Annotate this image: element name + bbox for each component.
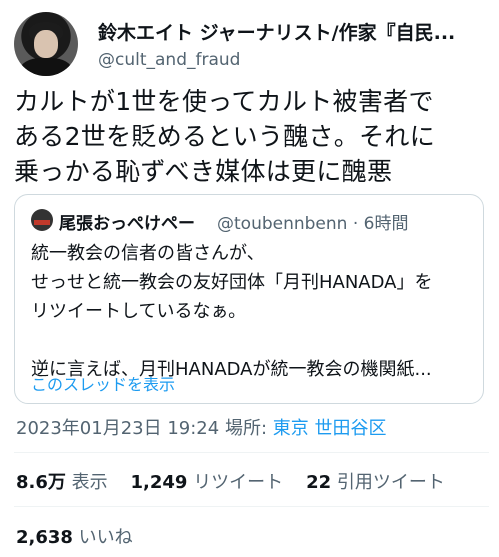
tweet-text: カルトが1世を使ってカルト被害者で ある2世を貶めるという醜さ。それに 乗っかる… — [14, 84, 489, 189]
quoted-author-name: 尾張おっぺけペー — [59, 214, 195, 234]
tweet-meta: 2023年01月23日 19:24 場所: 東京 世田谷区 — [16, 414, 387, 440]
quoted-text-line — [31, 326, 471, 355]
author-avatar[interactable] — [14, 12, 78, 76]
likes-count: 2,638 — [16, 527, 73, 548]
tweet-text-line: 乗っかる恥ずべき媒体は更に醜悪 — [14, 157, 393, 186]
show-thread-link[interactable]: このスレッドを表示 — [31, 371, 175, 395]
divider — [14, 452, 489, 453]
tweet-stats: 8.6万 表示 1,249 リツイート 22 引用ツイート — [16, 468, 445, 494]
quoted-text-line: リツイートしているなぁ。 — [31, 301, 247, 322]
tweet-text-line: ある2世を貶めるという醜さ。それに — [14, 122, 436, 151]
views-stat: 8.6万 表示 — [16, 472, 108, 493]
tweet-text-line: カルトが1世を使ってカルト被害者で — [14, 87, 434, 116]
location-label: 場所: — [224, 418, 268, 439]
tweet-header: 鈴木エイト ジャーナリスト/作家『自民... @cult_and_fraud — [14, 12, 489, 76]
likes-label: いいね — [78, 527, 133, 548]
quotes-stat[interactable]: 22 引用ツイート — [306, 472, 445, 493]
location-link[interactable]: 東京 世田谷区 — [273, 418, 387, 439]
retweets-stat[interactable]: 1,249 リツイート — [131, 472, 284, 493]
quoted-text-line: 統一教会の信者の皆さんが、 — [31, 243, 265, 264]
tweet-timestamp[interactable]: 2023年01月23日 19:24 — [16, 418, 219, 439]
quoted-tweet-text: 統一教会の信者の皆さんが、 せっせと統一教会の友好団体「月刊HANADA」を リ… — [31, 239, 471, 384]
author-handle[interactable]: @cult_and_fraud — [98, 50, 240, 70]
quoted-author-handle-time: @toubennbenn · 6時間 — [217, 214, 409, 234]
quoted-tweet-card[interactable]: 尾張おっぺけペー @toubennbenn · 6時間 統一教会の信者の皆さんが… — [14, 194, 484, 404]
divider — [14, 506, 489, 507]
quoted-text-line: せっせと統一教会の友好団体「月刊HANADA」を — [31, 272, 433, 293]
quoted-author-avatar — [31, 209, 53, 231]
likes-stat[interactable]: 2,638 いいね — [16, 523, 133, 549]
author-display-name[interactable]: 鈴木エイト ジャーナリスト/作家『自民... — [98, 18, 483, 45]
